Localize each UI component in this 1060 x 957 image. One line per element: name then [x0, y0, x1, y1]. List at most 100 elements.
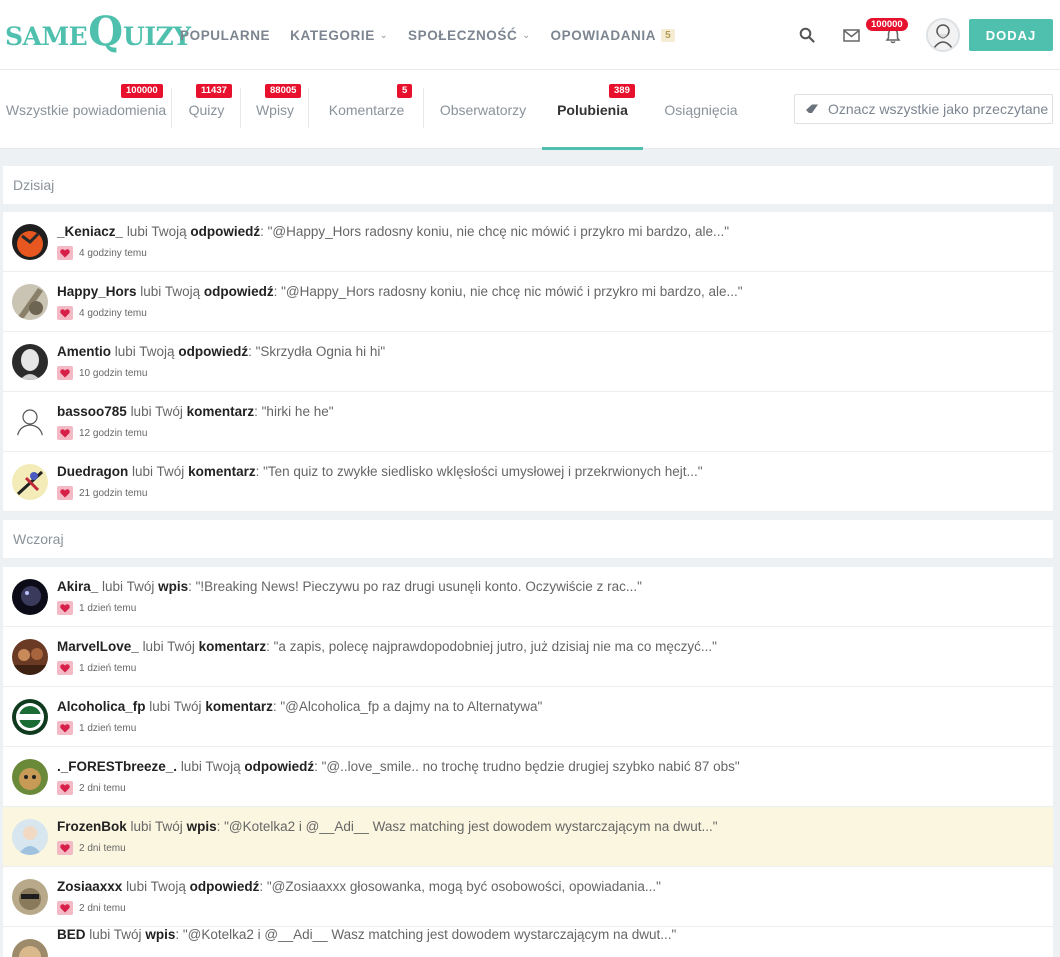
notification-item[interactable]: Alcoholica_fp lubi Twój komentarz: "@Alc… — [3, 687, 1053, 747]
username-link[interactable]: FrozenBok — [57, 819, 127, 834]
object-link[interactable]: odpowiedź — [178, 344, 248, 359]
verb-text: lubi Twój — [142, 639, 195, 654]
user-avatar[interactable] — [12, 284, 48, 320]
object-link[interactable]: odpowiedź — [190, 879, 260, 894]
user-avatar[interactable] — [12, 759, 48, 795]
tab-quizy[interactable]: 11437 Quizy — [172, 70, 241, 149]
nav-spolecznosc-label: SPOŁECZNOŚĆ — [407, 27, 518, 43]
heart-icon — [57, 486, 73, 500]
nav-opowiadania[interactable]: OPOWIADANIA 5 — [551, 28, 675, 43]
user-avatar[interactable] — [12, 819, 48, 855]
notification-item[interactable]: _Keniacz_ lubi Twoją odpowiedź: "@Happy_… — [3, 212, 1053, 272]
object-link[interactable]: odpowiedź — [244, 759, 314, 774]
avatar-image — [12, 464, 48, 500]
logo-text-q: Q — [88, 8, 124, 55]
username-link[interactable]: bassoo785 — [57, 404, 127, 419]
quote-text: : "@Happy_Hors radosny koniu, nie chcę n… — [260, 224, 730, 239]
timestamp: 1 dzień temu — [79, 722, 137, 734]
notification-item[interactable]: ._FORESTbreeze_. lubi Twoją odpowiedź: "… — [3, 747, 1053, 807]
object-link[interactable]: odpowiedź — [204, 284, 274, 299]
user-avatar[interactable] — [12, 879, 48, 915]
user-avatar[interactable] — [12, 939, 48, 957]
section-header-today: Dzisiaj — [3, 166, 1053, 204]
opowiadania-count-badge: 5 — [661, 28, 675, 42]
notification-item[interactable]: MarvelLove_ lubi Twój komentarz: "a zapi… — [3, 627, 1053, 687]
username-link[interactable]: Amentio — [57, 344, 111, 359]
user-avatar[interactable] — [12, 344, 48, 380]
mark-all-read-button[interactable]: Oznacz wszystkie jako przeczytane — [794, 94, 1053, 124]
tab-wpisy[interactable]: 88005 Wpisy — [241, 70, 309, 149]
logo[interactable]: SAME Q UIZY — [5, 12, 191, 56]
timestamp: 1 dzień temu — [79, 602, 137, 614]
tab-badge: 389 — [609, 84, 635, 98]
notification-text: Zosiaaxxx lubi Twoją odpowiedź: "@Zosiaa… — [57, 879, 661, 894]
username-link[interactable]: ._FORESTbreeze_. — [57, 759, 177, 774]
user-avatar[interactable] — [12, 639, 48, 675]
username-link[interactable]: BED — [57, 927, 86, 942]
object-link[interactable]: wpis — [187, 819, 217, 834]
tab-osiagniecia[interactable]: Osiągnięcia — [643, 70, 759, 149]
notification-item[interactable]: BED lubi Twój wpis: "@Kotelka2 i @__Adi_… — [3, 927, 1053, 957]
object-link[interactable]: odpowiedź — [190, 224, 260, 239]
avatar-image — [928, 20, 958, 50]
username-link[interactable]: Happy_Hors — [57, 284, 137, 299]
tab-label: Komentarze — [328, 101, 405, 118]
username-link[interactable]: Zosiaaxxx — [57, 879, 122, 894]
quote-text: : "hirki he he" — [254, 404, 334, 419]
tab-polubienia[interactable]: 389 Polubienia — [542, 70, 643, 150]
notification-item-unread[interactable]: FrozenBok lubi Twój wpis: "@Kotelka2 i @… — [3, 807, 1053, 867]
quote-text: : "a zapis, polecę najprawdopodobniej ju… — [266, 639, 717, 654]
notification-item[interactable]: Akira_ lubi Twój wpis: "!Breaking News! … — [3, 567, 1053, 627]
add-button[interactable]: DODAJ — [969, 19, 1053, 51]
object-link[interactable]: komentarz — [187, 404, 255, 419]
verb-text: lubi Twój — [130, 404, 183, 419]
quote-text: : "@..love_smile.. no trochę trudno będz… — [314, 759, 740, 774]
object-link[interactable]: komentarz — [199, 639, 267, 654]
object-link[interactable]: komentarz — [205, 699, 273, 714]
tab-obserwatorzy[interactable]: Obserwatorzy — [424, 70, 542, 149]
notification-item[interactable]: Happy_Hors lubi Twoją odpowiedź: "@Happy… — [3, 272, 1053, 332]
username-link[interactable]: Alcoholica_fp — [57, 699, 146, 714]
username-link[interactable]: Akira_ — [57, 579, 98, 594]
heart-icon — [57, 781, 73, 795]
object-link[interactable]: komentarz — [188, 464, 256, 479]
username-link[interactable]: Duedragon — [57, 464, 128, 479]
user-avatar[interactable] — [12, 224, 48, 260]
timestamp: 4 godziny temu — [79, 247, 147, 259]
notification-item[interactable]: Amentio lubi Twoją odpowiedź: "Skrzydła … — [3, 332, 1053, 392]
nav-kategorie[interactable]: KATEGORIE ⌄ — [290, 28, 388, 43]
tab-label: Polubienia — [557, 101, 628, 118]
notification-item[interactable]: Duedragon lubi Twój komentarz: "Ten quiz… — [3, 452, 1053, 512]
object-link[interactable]: wpis — [145, 927, 175, 942]
notification-meta: 2 dni temu — [57, 900, 126, 916]
nav-kategorie-label: KATEGORIE — [290, 27, 375, 43]
object-link[interactable]: wpis — [158, 579, 188, 594]
tab-komentarze[interactable]: 5 Komentarze — [309, 70, 424, 149]
username-link[interactable]: _Keniacz_ — [57, 224, 123, 239]
nav-spolecznosc[interactable]: SPOŁECZNOŚĆ ⌄ — [408, 28, 531, 43]
user-avatar[interactable] — [926, 18, 960, 52]
notification-text: Duedragon lubi Twój komentarz: "Ten quiz… — [57, 464, 703, 479]
user-avatar[interactable] — [12, 699, 48, 735]
user-avatar[interactable] — [12, 404, 48, 440]
verb-text: lubi Twój — [102, 579, 155, 594]
main-nav: POPULARNE KATEGORIE ⌄ SPOŁECZNOŚĆ ⌄ OPOWIA… — [180, 0, 695, 70]
nav-popularne[interactable]: POPULARNE — [180, 28, 270, 43]
user-avatar[interactable] — [12, 579, 48, 615]
avatar-image — [12, 699, 48, 735]
messages-button[interactable] — [836, 20, 866, 50]
username-link[interactable]: MarvelLove_ — [57, 639, 139, 654]
timestamp: 2 dni temu — [79, 842, 126, 854]
notification-item[interactable]: bassoo785 lubi Twój komentarz: "hirki he… — [3, 392, 1053, 452]
tab-wszystkie[interactable]: 100000 Wszystkie powiadomienia — [0, 70, 172, 149]
search-button[interactable] — [792, 20, 822, 50]
section-header-yesterday: Wczoraj — [3, 520, 1053, 558]
chevron-down-icon: ⌄ — [379, 29, 388, 40]
heart-icon — [57, 601, 73, 615]
notification-meta: 12 godzin temu — [57, 425, 147, 441]
notification-list-today: _Keniacz_ lubi Twoją odpowiedź: "@Happy_… — [3, 212, 1053, 512]
notification-meta: 4 godziny temu — [57, 305, 147, 321]
notification-item[interactable]: Zosiaaxxx lubi Twoją odpowiedź: "@Zosiaa… — [3, 867, 1053, 927]
nav-opowiadania-label: OPOWIADANIA — [550, 27, 657, 43]
user-avatar[interactable] — [12, 464, 48, 500]
